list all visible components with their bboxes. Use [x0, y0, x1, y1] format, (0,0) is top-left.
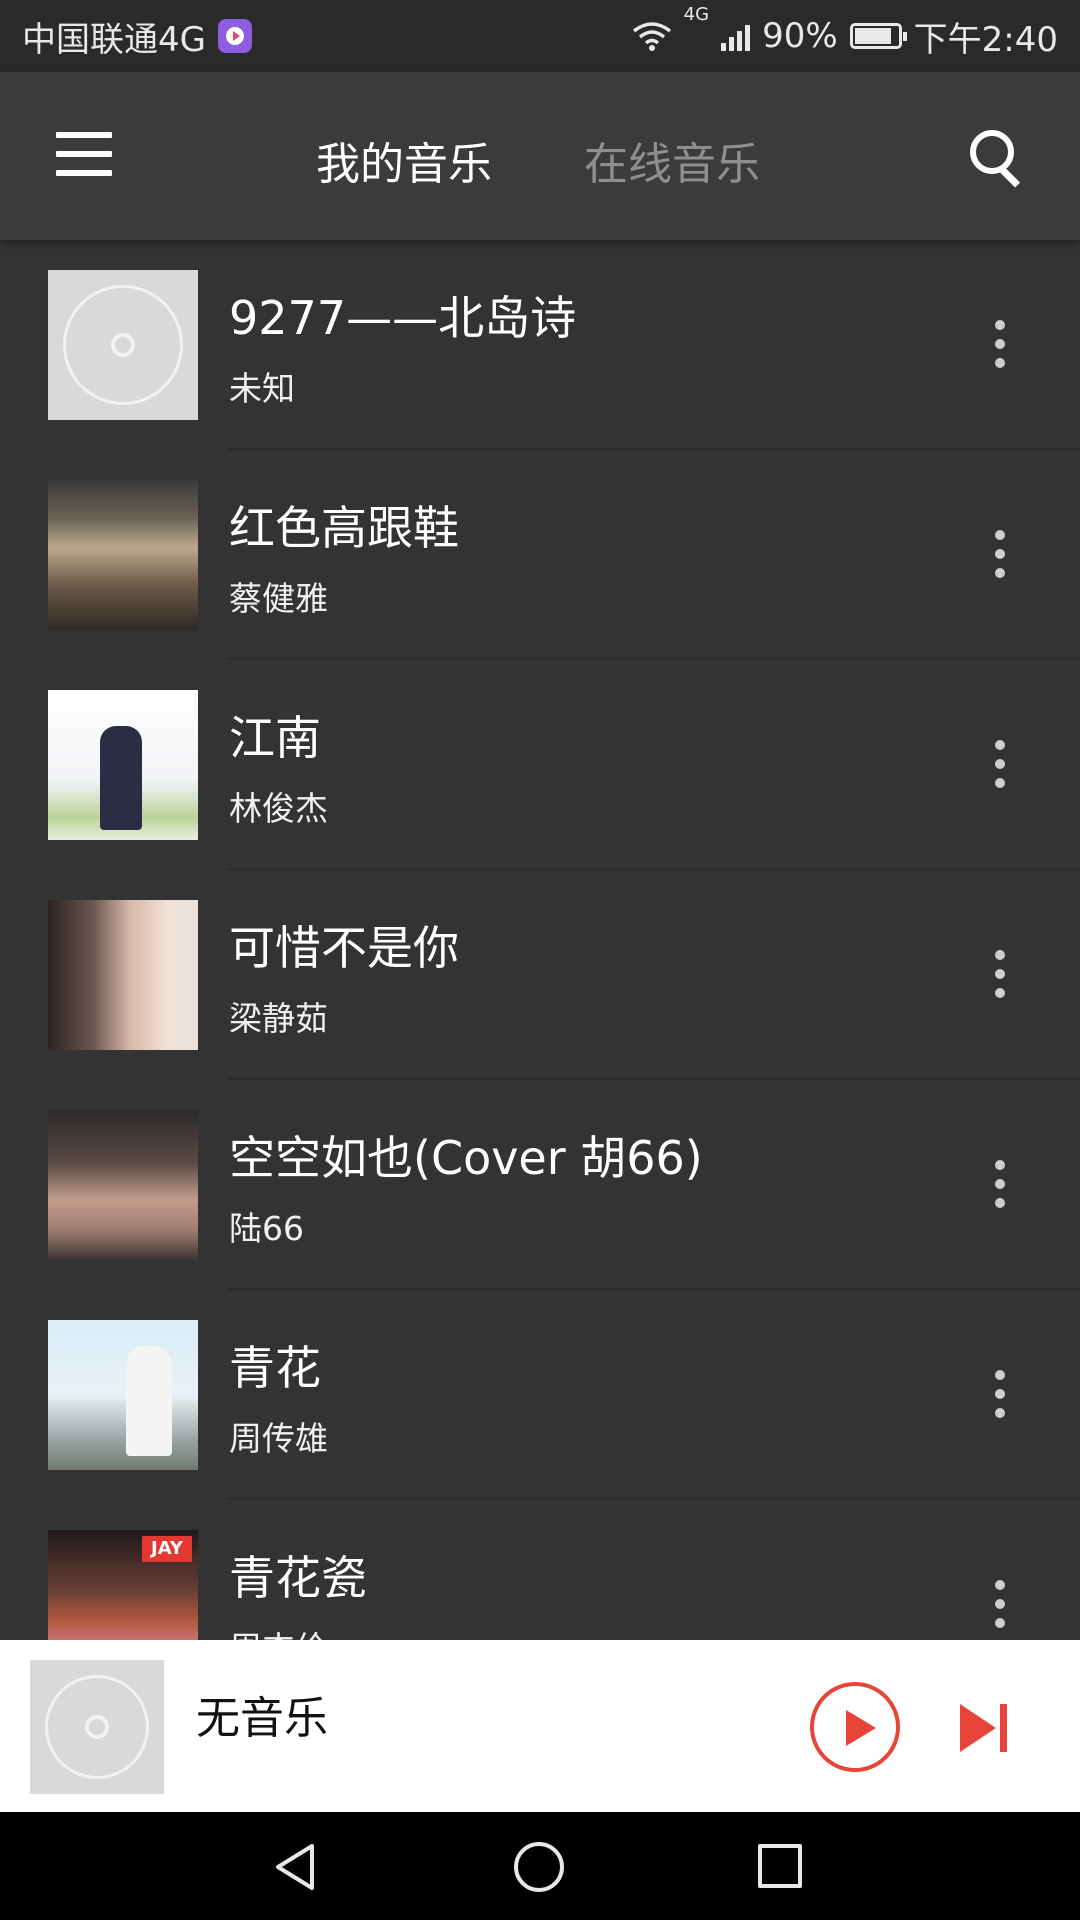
search-icon[interactable] — [968, 128, 1024, 188]
song-title: 可惜不是你 — [229, 921, 459, 975]
more-options-icon[interactable] — [990, 950, 1010, 1010]
song-artist: 蔡健雅 — [229, 579, 328, 618]
more-options-icon[interactable] — [990, 740, 1010, 800]
now-playing-cover — [30, 1660, 164, 1794]
tab-my-music[interactable]: 我的音乐 — [316, 128, 492, 192]
battery-percent: 90% — [762, 16, 838, 56]
network-type-label: 4G — [683, 3, 710, 25]
system-nav-bar — [0, 1812, 1080, 1920]
more-options-icon[interactable] — [990, 1580, 1010, 1640]
album-badge: JAY — [142, 1536, 192, 1562]
song-row[interactable]: 空空如也(Cover 胡66) 陆66 — [0, 1080, 1080, 1290]
play-icon[interactable] — [810, 1682, 900, 1772]
song-artist: 周杰伦 — [229, 1622, 328, 1640]
song-row[interactable]: 江南 林俊杰 — [0, 660, 1080, 870]
song-list[interactable]: 9277——北岛诗 未知 红色高跟鞋 蔡健雅 江南 林俊杰 可惜不是你 梁静茹 … — [0, 240, 1080, 1640]
album-cover: JAY — [48, 1530, 198, 1640]
song-artist: 未知 — [229, 369, 295, 408]
top-app-bar: 我的音乐 在线音乐 — [0, 72, 1080, 240]
home-icon[interactable] — [514, 1842, 564, 1892]
album-cover — [48, 690, 198, 840]
skip-next-icon[interactable] — [960, 1704, 1010, 1752]
mini-player[interactable]: 无音乐 — [0, 1640, 1080, 1812]
status-bar: 中国联通4G 4G 90% 下午2:40 — [0, 0, 1080, 72]
album-cover — [48, 900, 198, 1050]
back-icon[interactable] — [272, 1842, 322, 1892]
song-artist: 林俊杰 — [229, 789, 328, 828]
wifi-icon — [632, 22, 671, 51]
song-row[interactable]: 9277——北岛诗 未知 — [0, 240, 1080, 450]
more-options-icon[interactable] — [990, 530, 1010, 590]
song-artist: 周传雄 — [229, 1419, 328, 1458]
song-title: 9277——北岛诗 — [229, 291, 577, 345]
album-cover — [48, 480, 198, 630]
carrier-label: 中国联通4G — [22, 19, 206, 60]
more-options-icon[interactable] — [990, 320, 1010, 380]
signal-icon — [721, 21, 751, 51]
recent-apps-icon[interactable] — [758, 1844, 802, 1888]
song-row[interactable]: JAY 青花瓷 周杰伦 — [0, 1500, 1080, 1640]
battery-icon — [849, 23, 907, 49]
tab-online-music[interactable]: 在线音乐 — [584, 128, 760, 192]
song-title: 江南 — [229, 711, 321, 765]
song-title: 青花瓷 — [229, 1551, 367, 1605]
clock: 下午2:40 — [913, 19, 1058, 60]
song-row[interactable]: 可惜不是你 梁静茹 — [0, 870, 1080, 1080]
song-row[interactable]: 青花 周传雄 — [0, 1290, 1080, 1500]
now-playing-title: 无音乐 — [196, 1693, 328, 1744]
song-artist: 陆66 — [229, 1209, 304, 1248]
status-left: 中国联通4G — [22, 12, 252, 61]
album-cover — [48, 1320, 198, 1470]
default-disc-cover — [48, 270, 198, 420]
song-row[interactable]: 红色高跟鞋 蔡健雅 — [0, 450, 1080, 660]
more-options-icon[interactable] — [990, 1370, 1010, 1430]
hamburger-menu-icon[interactable] — [56, 132, 112, 176]
song-artist: 梁静茹 — [229, 999, 328, 1038]
song-title: 空空如也(Cover 胡66) — [229, 1131, 703, 1185]
more-options-icon[interactable] — [990, 1160, 1010, 1220]
song-title: 青花 — [229, 1341, 321, 1395]
song-title: 红色高跟鞋 — [229, 501, 459, 555]
album-cover — [48, 1110, 198, 1260]
video-app-icon — [217, 19, 252, 53]
status-right: 4G 90% 下午2:40 — [632, 4, 1058, 61]
